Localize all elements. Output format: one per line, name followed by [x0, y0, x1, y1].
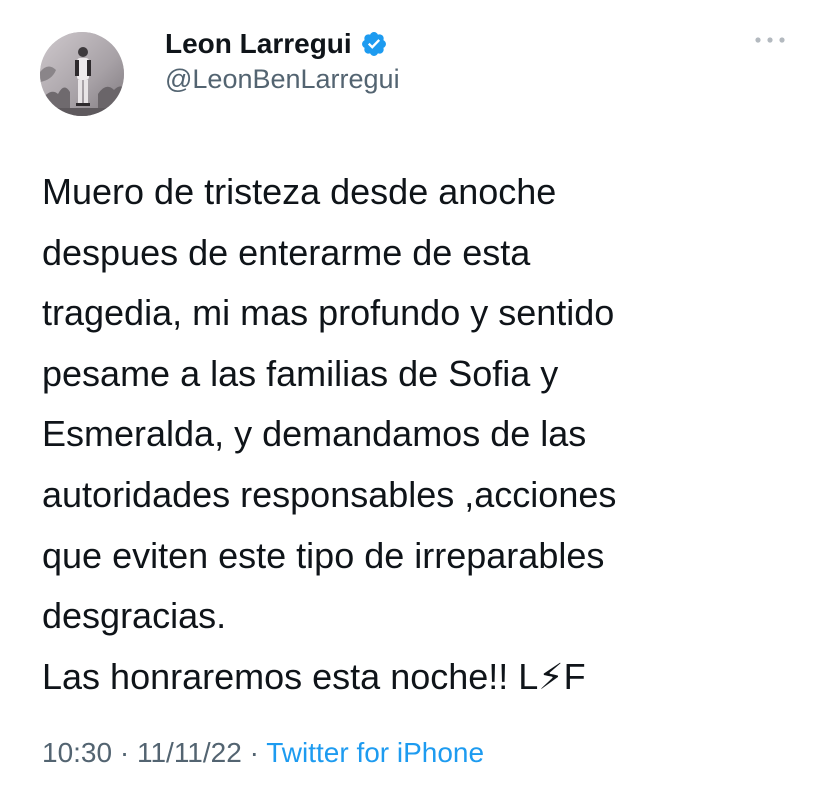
more-options-button[interactable] — [752, 30, 788, 50]
verified-badge-icon — [361, 32, 386, 56]
more-options-icon — [755, 37, 785, 43]
meta-separator: · — [119, 737, 130, 768]
author-display-name[interactable]: Leon Larregui — [165, 28, 352, 60]
avatar[interactable] — [40, 32, 124, 116]
tweet-text: Muero de tristeza desde anoche despues d… — [42, 171, 617, 697]
tweet-metadata: 10:30 · 11/11/22 · Twitter for iPhone — [42, 737, 484, 769]
tweet-time[interactable]: 10:30 — [42, 737, 112, 768]
avatar-photo — [40, 32, 124, 116]
author-name-row: Leon Larregui — [165, 26, 388, 62]
author-handle[interactable]: @LeonBenLarregui — [165, 64, 400, 95]
tweet-date[interactable]: 11/11/22 — [137, 737, 242, 768]
tweet-source-link[interactable]: Twitter for iPhone — [266, 737, 484, 768]
meta-separator: · — [249, 737, 259, 768]
